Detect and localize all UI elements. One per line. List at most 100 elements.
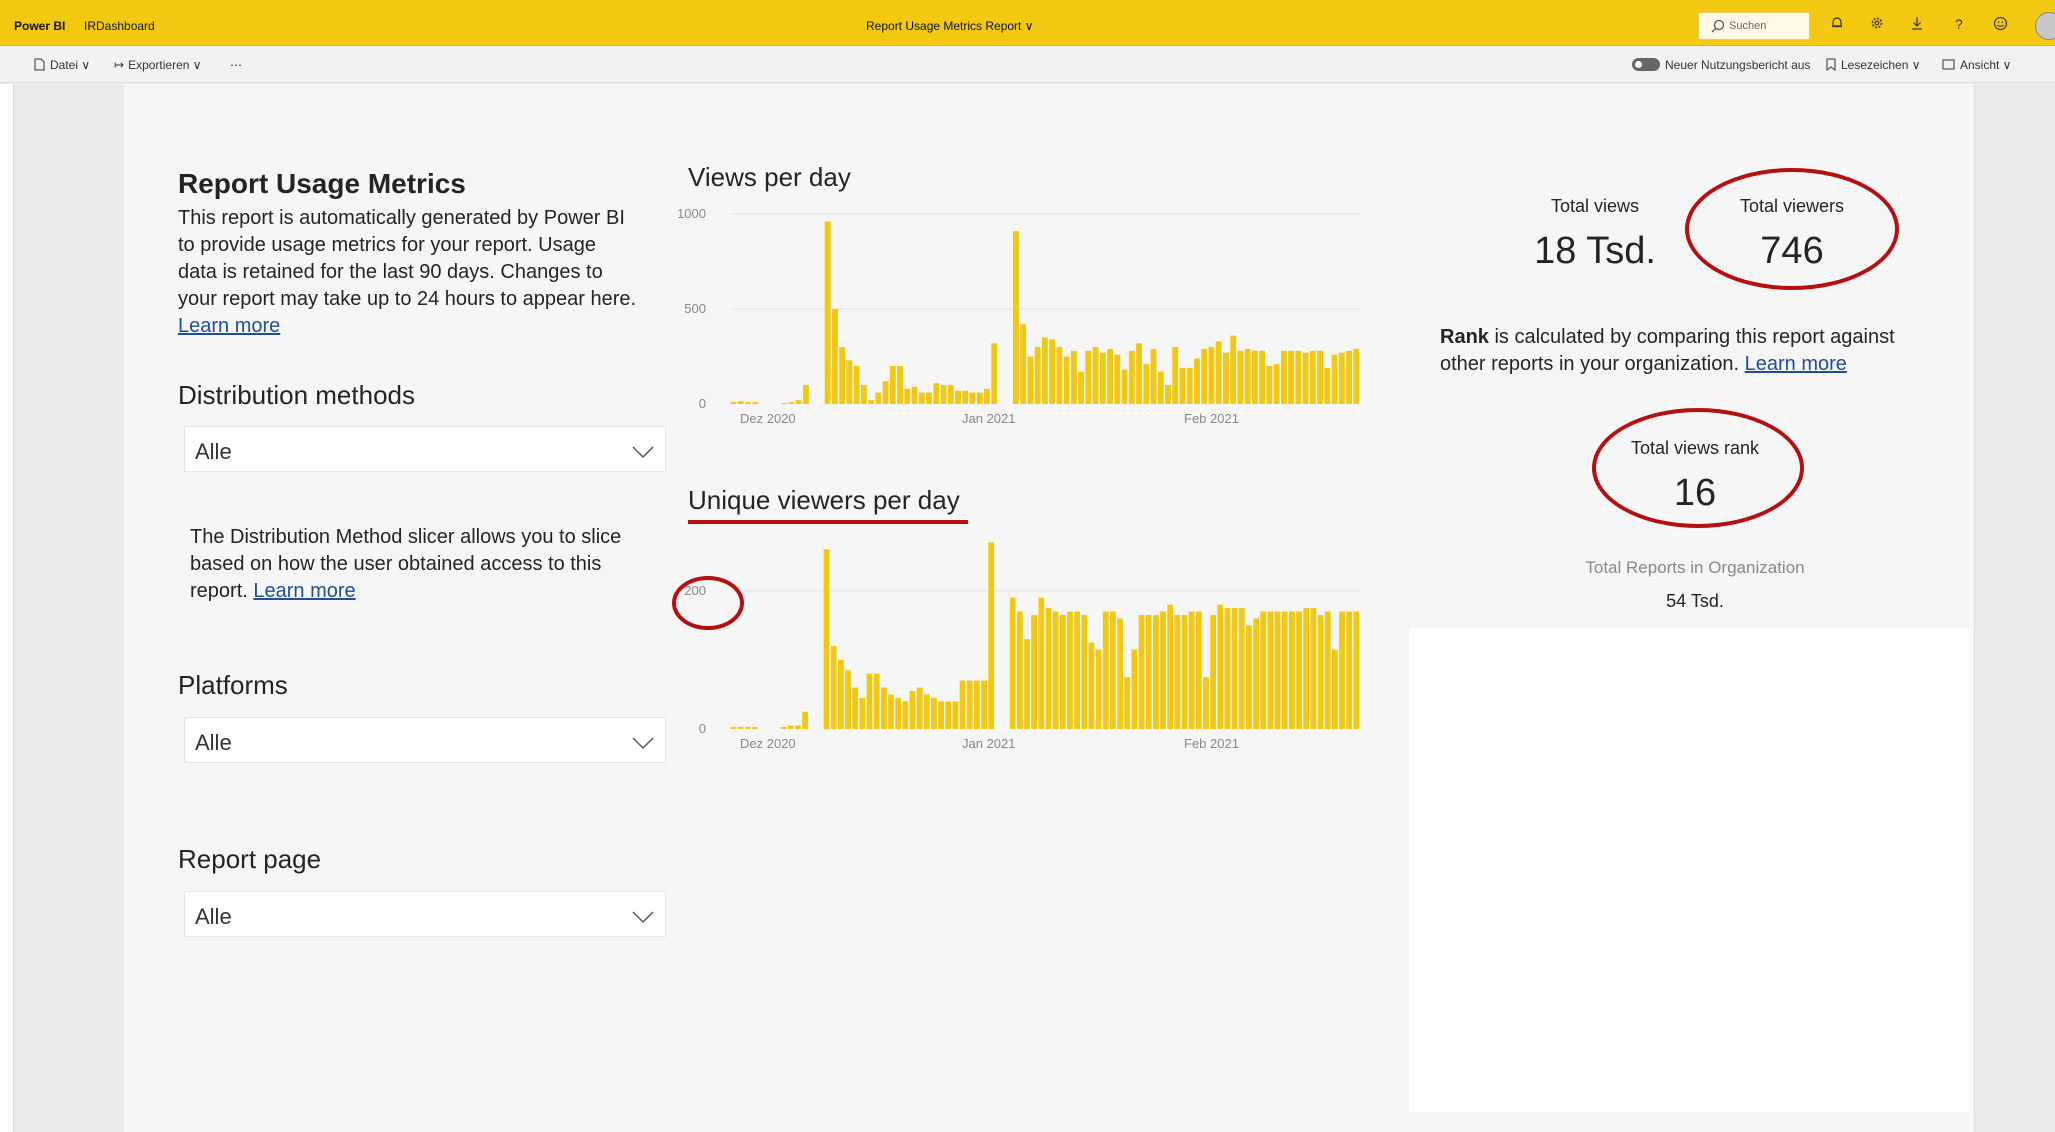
bar <box>1223 352 1229 404</box>
bar <box>1027 356 1034 404</box>
distribution-methods-slicer[interactable]: Alle <box>184 426 666 472</box>
bar <box>1331 649 1338 729</box>
bar <box>1353 348 1360 404</box>
left-nav-strip <box>0 84 14 1132</box>
search-input[interactable]: Suchen <box>1698 12 1810 40</box>
bar <box>1188 611 1195 729</box>
intro-description: This report is automatically generated b… <box>178 205 638 340</box>
bar <box>969 392 976 404</box>
bar <box>1031 615 1038 729</box>
smiley-icon[interactable] <box>1993 16 2008 35</box>
bar <box>1288 350 1295 404</box>
bar <box>787 725 794 729</box>
bar <box>837 659 844 729</box>
report-page-slicer[interactable]: Alle <box>184 891 666 937</box>
view-menu[interactable]: Ansicht ∨ <box>1942 58 2011 72</box>
bar <box>1078 371 1085 404</box>
bar <box>1081 615 1088 729</box>
export-menu[interactable]: ↦ Exportieren ∨ <box>114 58 202 72</box>
bar <box>1034 347 1041 404</box>
unique-viewers-chart[interactable]: 0200Dez 2020 Jan 2021 Feb 2021 <box>680 525 1370 755</box>
new-usage-report-toggle[interactable]: Neuer Nutzungsbericht aus <box>1632 58 1810 72</box>
bar <box>895 697 902 729</box>
gear-icon[interactable] <box>1870 16 1884 34</box>
bar <box>1203 677 1209 729</box>
x-tick-label: Dez 2020 <box>740 411 796 426</box>
help-icon[interactable]: ? <box>1955 16 1963 32</box>
bar <box>1167 604 1174 729</box>
bar <box>1013 231 1019 404</box>
bar <box>1186 367 1193 404</box>
bell-icon[interactable] <box>1830 16 1844 34</box>
learn-more-link[interactable]: Learn more <box>178 315 280 337</box>
avatar[interactable] <box>2035 12 2055 40</box>
platforms-slicer[interactable]: Alle <box>184 717 666 763</box>
bar <box>752 402 759 404</box>
file-icon <box>34 58 45 71</box>
x-tick-label: Jan 2021 <box>962 411 1016 426</box>
rank-learn-more-link[interactable]: Learn more <box>1745 353 1847 375</box>
bar <box>1114 354 1121 404</box>
more-options-button[interactable]: ⋯ <box>230 58 242 72</box>
app-brand[interactable]: Power BI <box>14 19 65 33</box>
bar <box>780 726 787 729</box>
bar <box>945 701 952 729</box>
bar <box>823 549 830 729</box>
platforms-label: Platforms <box>178 670 288 700</box>
file-menu[interactable]: Datei ∨ <box>34 58 90 72</box>
bar <box>1049 339 1056 404</box>
bar <box>788 402 795 404</box>
bar <box>904 388 911 404</box>
bar <box>1338 352 1345 404</box>
annotation-underline <box>688 520 968 524</box>
bar <box>1194 358 1200 404</box>
toggle-switch-icon <box>1632 58 1660 71</box>
report-title-dropdown[interactable]: Report Usage Metrics Report ∨ <box>866 19 1034 33</box>
views-per-day-chart[interactable]: 0 500 1000 Dez 2020 Jan 2021 Feb 2021 <box>677 200 1370 430</box>
bar <box>1310 608 1317 729</box>
bar <box>889 366 896 404</box>
bookmark-icon <box>1826 58 1836 71</box>
bar <box>909 691 916 729</box>
y-tick-label: 0 <box>699 721 706 736</box>
bar <box>1179 367 1186 404</box>
bar <box>959 680 966 729</box>
bar <box>830 646 837 729</box>
export-menu-label: Exportieren ∨ <box>128 58 202 72</box>
bar <box>866 673 873 729</box>
bar <box>1217 604 1224 729</box>
bar <box>1067 611 1073 729</box>
chevron-down-icon <box>631 904 655 930</box>
distribution-learn-more-link[interactable]: Learn more <box>253 580 355 602</box>
bar <box>1302 352 1309 404</box>
bar <box>868 400 875 404</box>
bar <box>1088 642 1095 729</box>
bar <box>882 381 889 404</box>
bookmarks-menu[interactable]: Lesezeichen ∨ <box>1826 58 1921 72</box>
rank-bold: Rank <box>1440 326 1489 348</box>
bar <box>1052 611 1059 729</box>
bar <box>1145 615 1152 729</box>
bar <box>1303 608 1310 729</box>
bar <box>938 701 944 729</box>
download-icon[interactable] <box>1910 16 1924 34</box>
bar <box>1324 611 1331 729</box>
bar <box>1131 649 1138 729</box>
bar <box>845 670 851 729</box>
bar <box>981 680 987 729</box>
bar <box>1230 335 1237 404</box>
total-reports-value: 54 Tsd. <box>1666 591 1724 611</box>
bar <box>795 400 802 404</box>
bar <box>1074 611 1080 729</box>
y-tick-label: 1000 <box>677 206 706 221</box>
bar <box>940 385 947 404</box>
bar <box>1107 348 1113 404</box>
bar <box>933 383 940 404</box>
bar <box>1136 343 1142 404</box>
bar <box>1346 350 1352 404</box>
workspace-name[interactable]: IRDashboard <box>84 19 155 33</box>
bar <box>1128 350 1135 404</box>
search-icon <box>1711 19 1725 36</box>
bar <box>976 392 983 404</box>
unique-viewers-title: Unique viewers per day <box>688 485 960 515</box>
